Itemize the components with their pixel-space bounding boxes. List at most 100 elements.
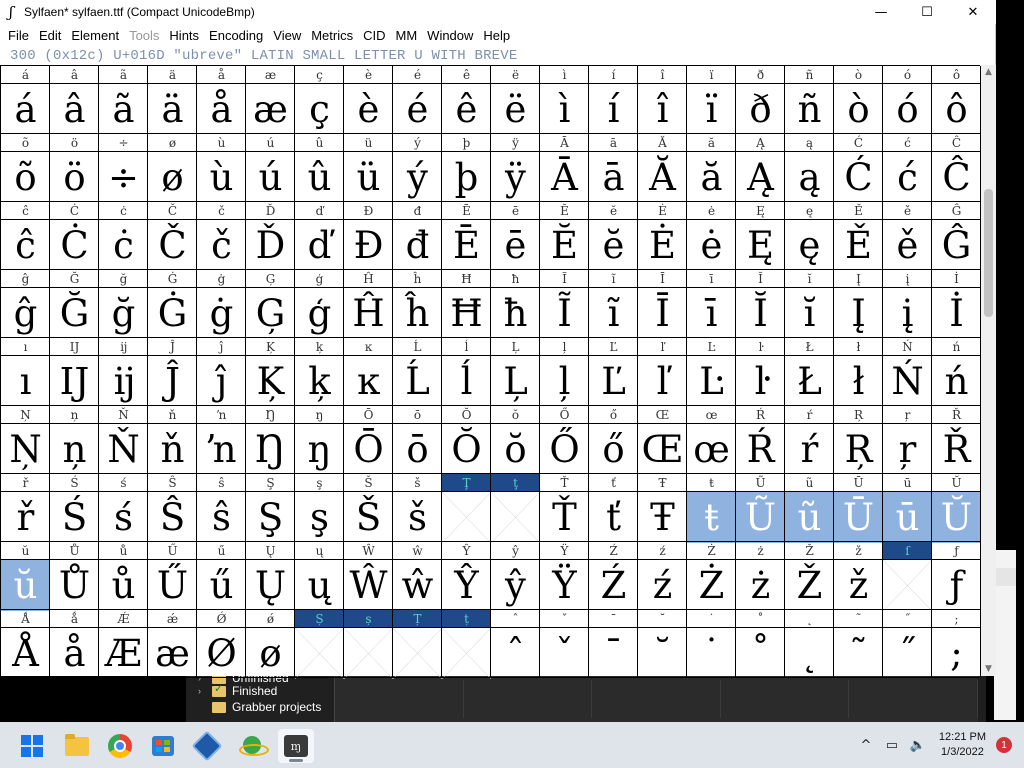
glyph-cell[interactable]: ŧ <box>687 492 736 543</box>
glyph-label[interactable]: ŕ <box>785 406 834 423</box>
glyph-label[interactable]: ě <box>883 202 932 219</box>
glyph-label[interactable]: ť <box>589 474 638 491</box>
glyph-label[interactable]: İ <box>932 270 981 287</box>
glyph-label[interactable]: ř <box>1 474 50 491</box>
glyph-label[interactable]: Đ <box>344 202 393 219</box>
glyph-label[interactable]: Ĕ <box>540 202 589 219</box>
glyph-cell[interactable]: ň <box>148 424 197 475</box>
glyph-cell[interactable]: ŝ <box>197 492 246 543</box>
glyph-cell[interactable]: Ż <box>687 560 736 611</box>
glyph-cell[interactable]: ü <box>344 152 393 203</box>
glyph-cell[interactable]: ĝ <box>1 288 50 339</box>
glyph-label[interactable]: ú <box>246 134 295 151</box>
glyph-label[interactable]: Ă <box>638 134 687 151</box>
glyph-label[interactable]: ǽ <box>148 610 197 627</box>
glyph-label[interactable]: į <box>883 270 932 287</box>
glyph-label[interactable]: Ľ <box>589 338 638 355</box>
glyph-label[interactable]: Œ <box>638 406 687 423</box>
glyph-cell[interactable] <box>442 628 491 679</box>
notification-badge[interactable]: 1 <box>996 737 1012 753</box>
glyph-label[interactable]: Ş <box>246 474 295 491</box>
glyph-cell[interactable]: ø <box>148 152 197 203</box>
glyph-cell[interactable]: ď <box>295 220 344 271</box>
glyph-cell[interactable]: ì <box>540 84 589 135</box>
glyph-cell[interactable]: ŕ <box>785 424 834 475</box>
glyph-cell[interactable]: ī <box>687 288 736 339</box>
glyph-cell[interactable]: ĕ <box>589 220 638 271</box>
glyph-cell[interactable]: Ċ <box>50 220 99 271</box>
glyph-cell[interactable] <box>344 628 393 679</box>
glyph-label[interactable]: ô <box>932 66 981 83</box>
glyph-label[interactable]: Ď <box>246 202 295 219</box>
glyph-label[interactable]: ș <box>344 610 393 627</box>
glyph-cell[interactable]: Ŕ <box>736 424 785 475</box>
glyph-label[interactable]: Ĉ <box>932 134 981 151</box>
glyph-cell[interactable]: ô <box>932 84 981 135</box>
glyph-cell[interactable]: Ĳ <box>50 356 99 407</box>
glyph-cell[interactable]: ĵ <box>197 356 246 407</box>
glyph-cell[interactable]: œ <box>687 424 736 475</box>
glyph-cell[interactable]: ã <box>99 84 148 135</box>
glyph-cell[interactable]: ē <box>491 220 540 271</box>
glyph-label[interactable]: ê <box>442 66 491 83</box>
glyph-cell[interactable]: İ <box>932 288 981 339</box>
glyph-cell[interactable]: ÿ <box>491 152 540 203</box>
glyph-cell[interactable]: õ <box>1 152 50 203</box>
glyph-label[interactable]: Ĥ <box>344 270 393 287</box>
glyph-label[interactable]: è <box>344 66 393 83</box>
glyph-label[interactable]: ń <box>932 338 981 355</box>
glyph-cell[interactable]: Ŭ <box>932 492 981 543</box>
glyph-label[interactable]: é <box>393 66 442 83</box>
glyph-label[interactable]: ë <box>491 66 540 83</box>
glyph-cell[interactable]: þ <box>442 152 491 203</box>
glyph-label[interactable]: ŀ <box>736 338 785 355</box>
glyph-cell[interactable]: Ÿ <box>540 560 589 611</box>
glyph-label[interactable]: Ț <box>393 610 442 627</box>
glyph-cell[interactable]: Ħ <box>442 288 491 339</box>
glyph-cell[interactable]: ů <box>99 560 148 611</box>
glyph-label[interactable]: Ž <box>785 542 834 559</box>
glyph-cell[interactable]: ˝ <box>883 628 932 679</box>
glyph-cell[interactable]: ŭ <box>1 560 50 611</box>
glyph-cell[interactable]: Ģ <box>246 288 295 339</box>
glyph-label[interactable]: Š <box>344 474 393 491</box>
glyph-cell[interactable]: ŷ <box>491 560 540 611</box>
glyph-label[interactable]: ˚ <box>736 610 785 627</box>
menu-edit[interactable]: Edit <box>35 28 65 43</box>
glyph-label[interactable]: Ǻ <box>1 610 50 627</box>
glyph-label[interactable]: ö <box>50 134 99 151</box>
menu-hints[interactable]: Hints <box>165 28 203 43</box>
glyph-cell[interactable]: Ŋ <box>246 424 295 475</box>
glyph-cell[interactable]: Ņ <box>1 424 50 475</box>
glyph-label[interactable]: ã <box>99 66 148 83</box>
glyph-cell[interactable]: ˜ <box>834 628 883 679</box>
glyph-label[interactable]: ç <box>295 66 344 83</box>
glyph-label[interactable]: ŏ <box>491 406 540 423</box>
glyph-cell[interactable]: Ŏ <box>442 424 491 475</box>
glyph-label[interactable]: ż <box>736 542 785 559</box>
glyph-cell[interactable]: ħ <box>491 288 540 339</box>
speaker-icon[interactable]: 🔈 <box>907 738 929 753</box>
glyph-label[interactable]: ę <box>785 202 834 219</box>
glyph-label[interactable]: ű <box>197 542 246 559</box>
glyph-cell[interactable]: č <box>197 220 246 271</box>
glyph-cell[interactable]: ĸ <box>344 356 393 407</box>
glyph-label[interactable]: ŭ <box>1 542 50 559</box>
glyph-cell[interactable]: ľ <box>638 356 687 407</box>
glyph-label[interactable]: ŷ <box>491 542 540 559</box>
glyph-label[interactable]: ĥ <box>393 270 442 287</box>
glyph-cell[interactable]: ä <box>148 84 197 135</box>
scrollbar-thumb[interactable] <box>984 189 993 317</box>
glyph-cell[interactable]: ķ <box>295 356 344 407</box>
glyph-cell[interactable] <box>442 492 491 543</box>
glyph-cell[interactable]: ť <box>589 492 638 543</box>
menu-help[interactable]: Help <box>479 28 514 43</box>
glyph-label[interactable]: Ő <box>540 406 589 423</box>
glyph-cell[interactable]: Į <box>834 288 883 339</box>
glyph-label[interactable]: ķ <box>295 338 344 355</box>
glyph-cell[interactable]: Ź <box>589 560 638 611</box>
glyph-cell[interactable]: Ń <box>883 356 932 407</box>
glyph-cell[interactable]: ġ <box>197 288 246 339</box>
glyph-cell[interactable]: Ĵ <box>148 356 197 407</box>
glyph-cell[interactable]: Š <box>344 492 393 543</box>
